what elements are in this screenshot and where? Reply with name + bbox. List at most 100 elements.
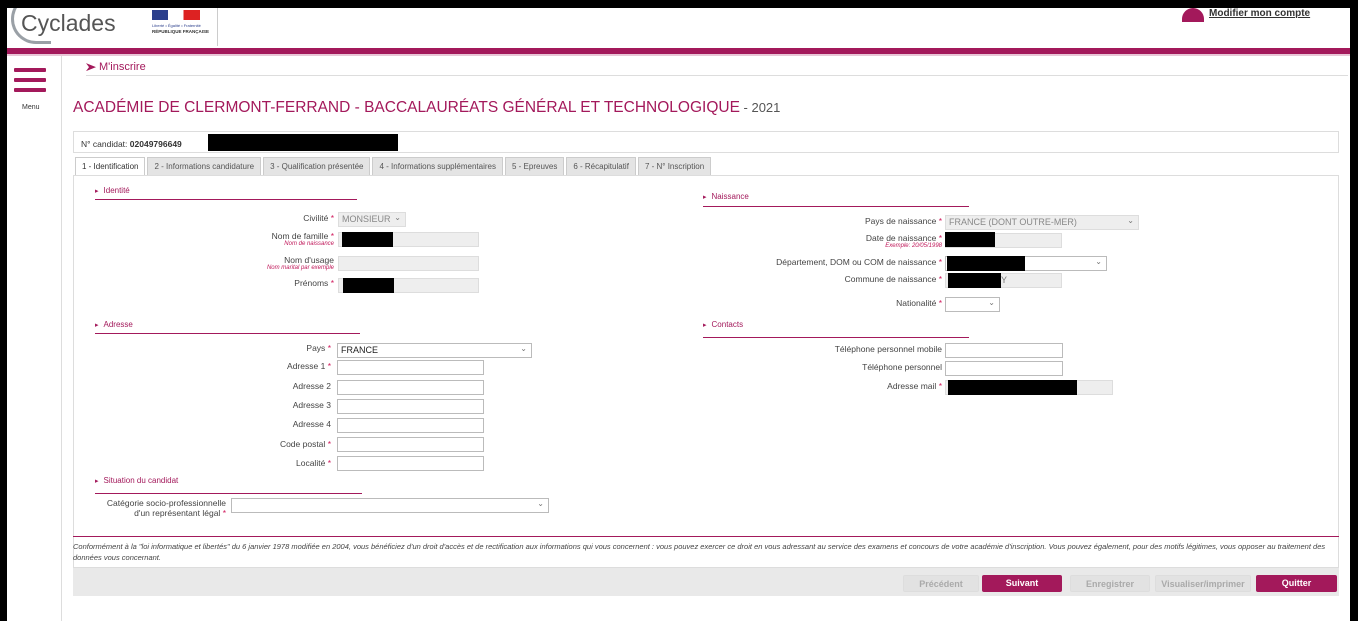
date-naissance-label: Date de naissance * bbox=[865, 233, 942, 243]
csp-select[interactable]: ⌄ bbox=[231, 498, 549, 513]
section-divider bbox=[703, 206, 969, 207]
chevron-down-icon: ⌄ bbox=[988, 298, 995, 307]
next-button[interactable]: Suivant bbox=[982, 575, 1062, 592]
section-divider bbox=[95, 199, 357, 200]
republique-francaise-logo: Liberté • Égalité • Fraternité RÉPUBLIQU… bbox=[142, 8, 218, 46]
section-naissance: Naissance bbox=[703, 192, 749, 201]
civilite-select[interactable]: MONSIEUR ⌄ bbox=[338, 212, 406, 227]
section-situation: Situation du candidat bbox=[95, 476, 179, 485]
nom-usage-hint: Nom marital par exemple bbox=[266, 265, 334, 271]
civilite-label: Civilité * bbox=[303, 213, 334, 223]
code-postal-field[interactable] bbox=[337, 437, 484, 452]
previous-button[interactable]: Précédent bbox=[903, 575, 979, 592]
tab-epreuves[interactable]: 5 - Epreuves bbox=[504, 157, 565, 176]
commune-naissance-label: Commune de naissance * bbox=[844, 274, 942, 284]
candidate-number-label: N° candidat: bbox=[81, 139, 128, 149]
rf-name: RÉPUBLIQUE FRANÇAISE bbox=[152, 29, 210, 34]
csp-label: Catégorie socio-professionnelle d'un repr… bbox=[106, 498, 226, 518]
user-icon[interactable] bbox=[1182, 8, 1204, 22]
section-adresse: Adresse bbox=[95, 320, 133, 329]
departement-naissance-label: Département, DOM ou COM de naissance * bbox=[776, 257, 942, 267]
header-accent-bar-light bbox=[7, 54, 1350, 56]
menu-label: Menu bbox=[22, 104, 40, 111]
redacted-block bbox=[948, 273, 1001, 288]
section-contacts: Contacts bbox=[703, 320, 744, 329]
adresse2-label: Adresse 2 bbox=[292, 381, 331, 391]
section-divider bbox=[95, 493, 362, 494]
app-header: Cyclades Liberté • Égalité • Fraternité … bbox=[7, 8, 1350, 48]
tab-recapitulatif[interactable]: 6 - Récapitulatif bbox=[566, 157, 636, 176]
breadcrumb-label: M'inscrire bbox=[99, 61, 146, 73]
tab-informations-supplementaires[interactable]: 4 - Informations supplémentaires bbox=[372, 157, 503, 176]
localite-label: Localité * bbox=[296, 458, 331, 468]
tel-mobile-label: Téléphone personnel mobile bbox=[834, 344, 942, 354]
redacted-block bbox=[342, 232, 393, 247]
page-title: ACADÉMIE DE CLERMONT-FERRAND - BACCALAUR… bbox=[73, 99, 780, 117]
redacted-block bbox=[948, 380, 1077, 395]
tel-field[interactable] bbox=[945, 361, 1063, 376]
candidate-bar: N° candidat: 02049796649 bbox=[73, 131, 1339, 153]
adresse2-field[interactable] bbox=[337, 380, 484, 395]
tab-informations-candidature[interactable]: 2 - Informations candidature bbox=[147, 157, 262, 176]
tab-qualification[interactable]: 3 - Qualification présentée bbox=[263, 157, 371, 176]
redacted-block bbox=[343, 278, 394, 293]
app-logo: Cyclades bbox=[21, 10, 116, 36]
chevron-down-icon: ⌄ bbox=[394, 213, 401, 222]
rf-motto: Liberté • Égalité • Fraternité bbox=[152, 23, 201, 28]
adresse1-field[interactable] bbox=[337, 360, 484, 375]
adresse1-label: Adresse 1 * bbox=[287, 361, 331, 371]
redacted-block bbox=[945, 232, 995, 247]
adresse3-field[interactable] bbox=[337, 399, 484, 414]
section-identite: Identité bbox=[95, 186, 130, 195]
prenoms-label: Prénoms * bbox=[294, 278, 334, 288]
section-divider bbox=[95, 333, 360, 334]
side-menu: Menu bbox=[7, 56, 62, 621]
tab-inscription[interactable]: 7 - N° Inscription bbox=[637, 157, 712, 176]
tel-label: Téléphone personnel bbox=[862, 362, 942, 372]
action-bar: Précédent Suivant Enregistrer Visualiser… bbox=[73, 567, 1339, 596]
section-divider bbox=[703, 337, 969, 338]
code-postal-label: Code postal * bbox=[279, 439, 331, 449]
quit-button[interactable]: Quitter bbox=[1256, 575, 1337, 592]
legal-notice: Conformément à la "loi informatique et l… bbox=[73, 536, 1339, 563]
tab-identification[interactable]: 1 - Identification bbox=[75, 157, 146, 176]
nationalite-select[interactable]: ⌄ bbox=[945, 297, 1000, 312]
identification-form: Identité Civilité * MONSIEUR⌄ Nom de fam… bbox=[73, 175, 1339, 596]
save-button[interactable]: Enregistrer bbox=[1070, 575, 1150, 592]
nom-famille-hint: Nom de naissance bbox=[284, 241, 334, 247]
tab-bar: 1 - Identification 2 - Informations cand… bbox=[75, 157, 713, 176]
nom-famille-label: Nom de famille * bbox=[271, 231, 334, 241]
adresse-pays-select[interactable]: FRANCE ⌄ bbox=[337, 343, 532, 358]
chevron-down-icon: ⌄ bbox=[1127, 216, 1134, 225]
redacted-block bbox=[208, 134, 398, 151]
tel-mobile-field[interactable] bbox=[945, 343, 1063, 358]
hamburger-menu-icon[interactable] bbox=[14, 68, 46, 94]
candidate-number: N° candidat: 02049796649 bbox=[81, 139, 182, 149]
adresse-pays-label: Pays * bbox=[306, 343, 331, 353]
nom-usage-field[interactable] bbox=[338, 256, 479, 271]
nationalite-label: Nationalité * bbox=[896, 298, 942, 308]
print-button[interactable]: Visualiser/imprimer bbox=[1155, 575, 1251, 592]
chevron-down-icon: ⌄ bbox=[520, 344, 527, 353]
modify-account-link[interactable]: Modifier mon compte bbox=[1209, 8, 1310, 19]
nom-usage-label: Nom d'usage bbox=[284, 255, 334, 265]
localite-field[interactable] bbox=[337, 456, 484, 471]
page-title-main: ACADÉMIE DE CLERMONT-FERRAND - BACCALAUR… bbox=[73, 99, 740, 116]
candidate-number-value: 02049796649 bbox=[129, 139, 182, 149]
adresse4-field[interactable] bbox=[337, 418, 484, 433]
chevron-down-icon: ⌄ bbox=[1095, 257, 1102, 266]
date-naissance-hint: Exemple: 20/05/1998 bbox=[885, 243, 942, 249]
screen: Cyclades Liberté • Égalité • Fraternité … bbox=[7, 8, 1350, 621]
page-title-year: - 2021 bbox=[739, 100, 781, 115]
mail-label: Adresse mail * bbox=[887, 381, 942, 391]
adresse4-label: Adresse 4 bbox=[292, 419, 331, 429]
arrow-icon bbox=[86, 63, 96, 72]
pays-naissance-select[interactable]: FRANCE (DONT OUTRE-MER) ⌄ bbox=[945, 215, 1139, 230]
adresse3-label: Adresse 3 bbox=[292, 400, 331, 410]
breadcrumb-divider bbox=[86, 75, 1348, 76]
marianne-flag-icon bbox=[152, 10, 200, 20]
chevron-down-icon: ⌄ bbox=[537, 499, 544, 508]
breadcrumb[interactable]: M'inscrire bbox=[86, 61, 146, 73]
pays-naissance-label: Pays de naissance * bbox=[864, 216, 942, 226]
redacted-block bbox=[947, 256, 1025, 271]
